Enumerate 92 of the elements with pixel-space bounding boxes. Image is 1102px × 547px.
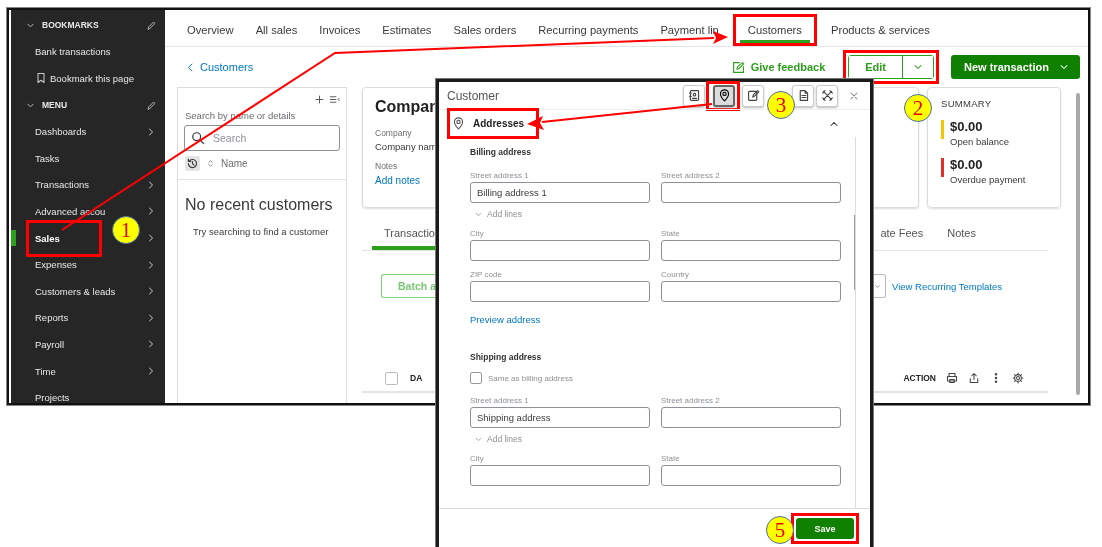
pencil-icon[interactable] [146,99,157,111]
menu-item[interactable]: Expenses [32,253,145,277]
group-title: Shipping address [470,352,543,362]
column-header: DA [410,373,423,383]
menu-item[interactable]: Customers & leads [32,279,145,303]
search-icon [191,131,205,145]
amount: $0.00 [950,157,984,172]
text-field[interactable] [661,407,841,428]
text-field[interactable] [661,281,841,302]
scrollbar[interactable] [1076,93,1080,395]
sort-icon[interactable] [206,159,215,168]
field-label: State [661,454,681,463]
menu-item[interactable]: Dashboards [32,120,145,144]
search-input[interactable]: Search [211,131,325,145]
recurring-templates-link[interactable]: View Recurring Templates [892,280,1002,292]
text-field[interactable]: Shipping address [470,407,650,428]
amount-label: Overdue payment [950,174,1026,185]
nav-tab[interactable]: Estimates [374,16,440,46]
section-title: BOOKMARKS [42,20,100,31]
nav-tab[interactable]: All sales [247,16,306,46]
menu-item[interactable]: Time [32,359,145,383]
step-number-badge: 2 [904,94,932,122]
nav-tab[interactable]: Sales orders [445,16,525,46]
feedback-icon [731,60,745,74]
amount: $0.00 [950,119,984,134]
checkbox-label: Same as billing address [488,373,573,383]
text-field[interactable] [470,240,650,261]
location-pin-icon [717,89,731,102]
checkbox[interactable] [385,371,398,385]
empty-state-title: No recent customers [184,195,334,214]
search-field[interactable]: Search [184,125,340,151]
field-label: City [470,454,485,463]
amount-label: Open balance [950,136,1010,147]
toolbar-button[interactable] [713,84,735,107]
preview-address-link[interactable]: Preview address [470,314,855,325]
column-label[interactable]: Name [221,158,248,169]
dialog-title: Customer [447,88,500,103]
field-label: ZIP code [470,270,503,279]
nav-tab[interactable]: Products & services [822,16,938,46]
contact-card-icon [687,89,701,102]
field-label: Notes [375,161,398,171]
nav-tab[interactable]: Customers [739,17,810,43]
field-label: Country [661,270,690,279]
print-icon[interactable] [946,372,958,384]
text-field[interactable]: Billing address 1 [470,182,650,203]
bookmark-icon [35,72,47,85]
section-title: MENU [42,100,69,111]
menu-item[interactable]: Bank transactions [32,40,157,64]
text-field[interactable] [661,240,841,261]
tab[interactable]: Notes [935,220,988,250]
menu-item[interactable]: Sales [32,226,96,250]
field-label: Street address 1 [470,396,530,405]
empty-state-text: Try searching to find a customer [192,225,330,237]
field-label: Company [375,128,412,138]
save-button[interactable]: Save [796,518,854,539]
field-label: City [470,229,485,238]
collapse-list-icon[interactable] [329,94,340,105]
text-field[interactable] [661,182,841,203]
add-icon[interactable] [314,94,325,105]
checkbox[interactable] [470,372,482,384]
menu-item[interactable]: Tasks [32,146,157,170]
group-title: Billing address [470,147,532,157]
settings-icon[interactable] [1012,372,1024,384]
pencil-icon[interactable] [146,19,157,31]
menu-item[interactable]: Projects [32,386,157,403]
menu-item[interactable]: Payroll [32,332,145,356]
text-field[interactable] [470,465,650,486]
summary-title: SUMMARY [941,98,993,109]
field-label: Street address 1 [470,171,530,180]
field-label: Street address 2 [661,171,721,180]
edit-note-icon [746,89,760,102]
tools-icon [820,89,834,102]
field-label: State [661,229,681,238]
text-field[interactable] [661,465,841,486]
history-icon[interactable] [185,156,200,171]
export-icon[interactable] [968,372,980,384]
nav-tab[interactable]: Invoices [311,16,369,46]
field-label: Street address 2 [661,396,721,405]
menu-item[interactable]: Transactions [32,173,145,197]
add-notes-link[interactable]: Add notes [375,175,421,186]
nav-tab[interactable]: Payment lin [652,16,727,46]
text-field[interactable] [470,281,650,302]
location-pin-icon [452,117,465,130]
section-header[interactable]: Addresses [450,113,531,134]
menu-item[interactable]: Bookmark this page [47,67,157,90]
menu-item[interactable]: Reports [32,306,145,330]
nav-tab[interactable]: Recurring payments [530,16,647,46]
column-header: ACTION [903,373,936,383]
new-transaction-button[interactable]: New transaction [951,55,1080,79]
nav-tab[interactable]: Overview [179,16,242,46]
caret-icon [874,282,881,290]
back-link[interactable]: Customers [185,61,254,73]
